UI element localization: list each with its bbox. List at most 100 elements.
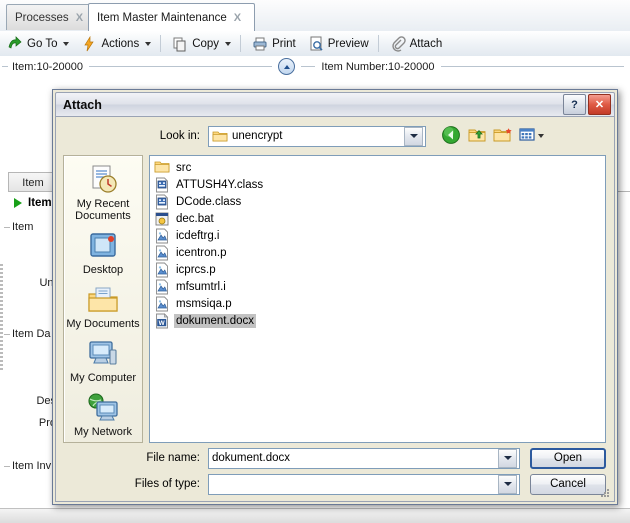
field-label-description: Des xyxy=(36,395,56,407)
dialog-title-label: Attach xyxy=(63,97,102,112)
chevron-down-icon[interactable] xyxy=(537,134,544,138)
attach-paperclip-icon xyxy=(390,35,406,52)
up-one-level-icon xyxy=(467,126,487,147)
toolbar-separator xyxy=(377,35,379,52)
my-documents-icon xyxy=(86,284,120,316)
file-list[interactable]: src ATTUSH4Y.class DCode.class dec.bat icdef… xyxy=(149,155,606,443)
breadcrumb-right-label: Item Number:10-20000 xyxy=(321,60,435,73)
tab-close-icon[interactable]: X xyxy=(234,12,241,24)
print-icon xyxy=(252,36,268,52)
new-folder-icon xyxy=(493,126,513,147)
actions-lightning-icon xyxy=(81,35,97,52)
file-list-item[interactable]: mfsumtrl.i xyxy=(154,279,228,295)
chevron-down-icon[interactable] xyxy=(225,41,232,46)
file-list-item[interactable]: dec.bat xyxy=(154,211,216,227)
place-label: My Network xyxy=(73,426,133,438)
expander-play-icon[interactable] xyxy=(14,198,22,208)
breadcrumb-rule xyxy=(2,66,8,67)
file-list-item[interactable]: DCode.class xyxy=(154,194,243,210)
toolbar-attach-button[interactable]: Attach xyxy=(385,33,448,54)
file-name-combobox[interactable]: dokument.docx xyxy=(208,447,520,469)
breadcrumb-collapse-button[interactable] xyxy=(278,58,296,75)
recent-documents-icon xyxy=(86,164,120,196)
field-label-item-number: I xyxy=(0,255,56,267)
breadcrumb-rule xyxy=(88,66,273,67)
place-my-network[interactable]: My Network xyxy=(64,392,142,438)
open-button-label: Open xyxy=(553,452,583,464)
tab-item-master-maintenance[interactable]: Item Master Maintenance X xyxy=(88,3,255,31)
file-list-item-label: icdeftrg.i xyxy=(176,230,220,242)
generic-file-icon xyxy=(154,296,170,312)
group-label: Item Da xyxy=(12,328,55,340)
file-list-item[interactable]: src xyxy=(154,160,193,176)
back-icon xyxy=(441,125,461,148)
files-of-type-combobox[interactable] xyxy=(208,473,520,495)
section-header-label: Item xyxy=(28,197,52,209)
tab-strip: Processes X Item Master Maintenance X xyxy=(0,0,630,32)
look-in-label: Look in: xyxy=(159,130,200,142)
cancel-button[interactable]: Cancel xyxy=(530,473,606,495)
look-in-row: Look in: unencrypt xyxy=(56,123,614,149)
bat-file-icon xyxy=(154,211,170,227)
file-list-item-label: DCode.class xyxy=(176,196,242,208)
my-network-icon xyxy=(86,392,120,424)
tab-label: Processes xyxy=(15,11,69,24)
file-list-item[interactable]: icprcs.p xyxy=(154,262,218,278)
close-button[interactable]: ✕ xyxy=(588,94,611,115)
place-my-computer[interactable]: My Computer xyxy=(64,338,142,384)
place-my-documents[interactable]: My Documents xyxy=(64,284,142,330)
resize-grip[interactable] xyxy=(599,487,611,499)
look-in-combobox[interactable]: unencrypt xyxy=(208,125,426,147)
breadcrumb: Item:10-20000 Item Number:10-20000 xyxy=(0,56,630,78)
toolbar-preview-button[interactable]: Preview xyxy=(303,33,374,54)
toolbar-print-button[interactable]: Print xyxy=(247,33,301,54)
file-list-item-label: icprcs.p xyxy=(176,264,216,276)
chevron-down-icon xyxy=(503,482,512,486)
close-icon: ✕ xyxy=(594,99,605,111)
up-one-level-button[interactable] xyxy=(465,125,488,147)
toolbar-goto-button[interactable]: Go To xyxy=(2,33,74,54)
class-file-icon xyxy=(154,177,170,193)
file-list-item[interactable]: icdeftrg.i xyxy=(154,228,221,244)
new-folder-button[interactable] xyxy=(491,125,514,147)
toolbar-copy-button[interactable]: Copy xyxy=(167,33,236,54)
dialog-body: Look in: unencrypt My Recent Documents D… xyxy=(55,117,615,502)
help-button[interactable]: ? xyxy=(563,94,586,115)
tab-close-icon[interactable]: X xyxy=(76,12,83,24)
file-list-item[interactable]: Wdokument.docx xyxy=(154,313,256,329)
dialog-title-bar[interactable]: Attach ? ✕ xyxy=(55,92,615,117)
file-name-dropdown-button[interactable] xyxy=(498,448,517,468)
file-list-item-label: src xyxy=(176,162,192,174)
field-label-product: Pro xyxy=(38,417,56,429)
files-of-type-label: Files of type: xyxy=(134,478,200,490)
copy-icon xyxy=(172,36,188,52)
inner-tab-item[interactable]: Item xyxy=(8,172,58,192)
chevron-down-icon[interactable] xyxy=(63,41,70,46)
toolbar-label: Copy xyxy=(192,37,220,50)
generic-file-icon xyxy=(154,262,170,278)
back-button[interactable] xyxy=(439,125,462,147)
chevron-down-icon[interactable] xyxy=(145,41,152,46)
file-list-item[interactable]: ATTUSH4Y.class xyxy=(154,177,265,193)
file-list-item[interactable]: msmsiqa.p xyxy=(154,296,234,312)
place-label: My Computer xyxy=(69,372,137,384)
file-list-item[interactable]: icentron.p xyxy=(154,245,229,261)
file-list-item-label: mfsumtrl.i xyxy=(176,281,226,293)
places-bar: My Recent Documents Desktop My Documents… xyxy=(63,155,143,443)
file-list-item-label: dec.bat xyxy=(176,213,214,225)
files-of-type-dropdown-button[interactable] xyxy=(498,474,517,494)
generic-file-icon xyxy=(154,245,170,261)
class-file-icon xyxy=(154,194,170,210)
place-label: Desktop xyxy=(82,264,124,276)
desktop-icon xyxy=(86,230,120,262)
views-button[interactable] xyxy=(517,125,545,147)
toolbar-actions-button[interactable]: Actions xyxy=(76,33,156,54)
look-in-dropdown-button[interactable] xyxy=(404,126,423,146)
group-label: Item xyxy=(12,221,38,233)
place-desktop[interactable]: Desktop xyxy=(64,230,142,276)
chevron-down-icon xyxy=(503,456,512,460)
place-my-recent-documents[interactable]: My Recent Documents xyxy=(64,164,142,222)
group-label: Item Inv xyxy=(12,460,56,472)
open-button[interactable]: Open xyxy=(530,447,606,469)
generic-file-icon xyxy=(154,228,170,244)
